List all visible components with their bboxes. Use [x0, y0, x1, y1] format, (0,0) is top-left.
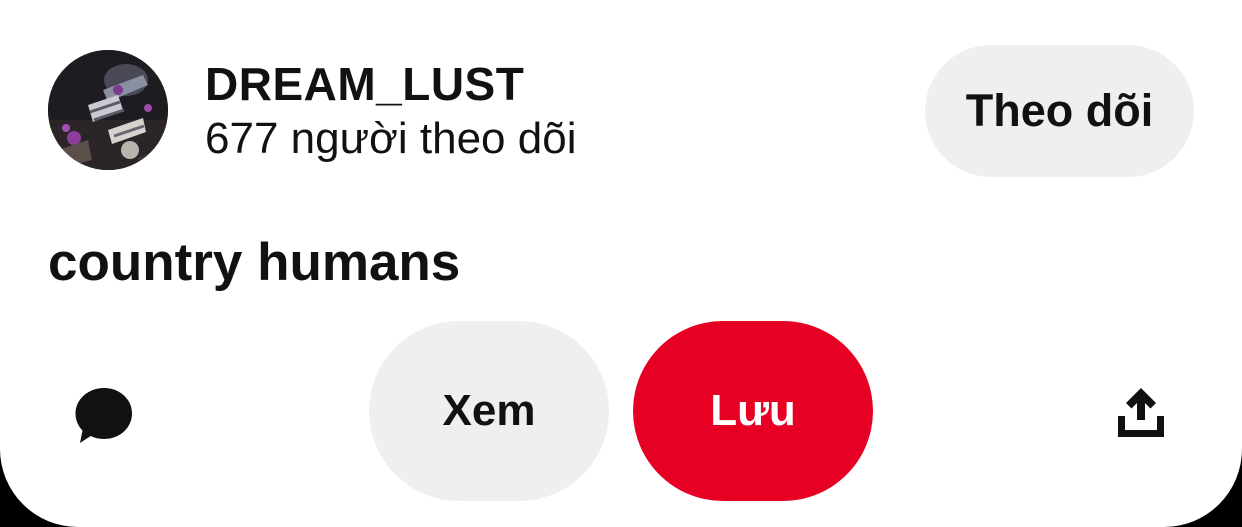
- creator-avatar[interactable]: [48, 50, 168, 170]
- share-button[interactable]: [1108, 380, 1174, 446]
- view-button[interactable]: Xem: [369, 321, 609, 501]
- creator-follower-count: 677 người theo dõi: [205, 114, 577, 163]
- comment-button[interactable]: [70, 382, 134, 446]
- avatar-image: [48, 50, 168, 170]
- share-upload-icon: [1118, 388, 1164, 437]
- save-button[interactable]: Lưu: [633, 321, 873, 501]
- follow-button[interactable]: Theo dõi: [925, 45, 1194, 177]
- comment-bubble-icon: [75, 388, 132, 443]
- creator-name[interactable]: DREAM_LUST: [205, 57, 524, 111]
- pin-title: country humans: [48, 233, 461, 292]
- pin-closeup-card: DREAM_LUST 677 người theo dõi Theo dõi c…: [0, 0, 1242, 527]
